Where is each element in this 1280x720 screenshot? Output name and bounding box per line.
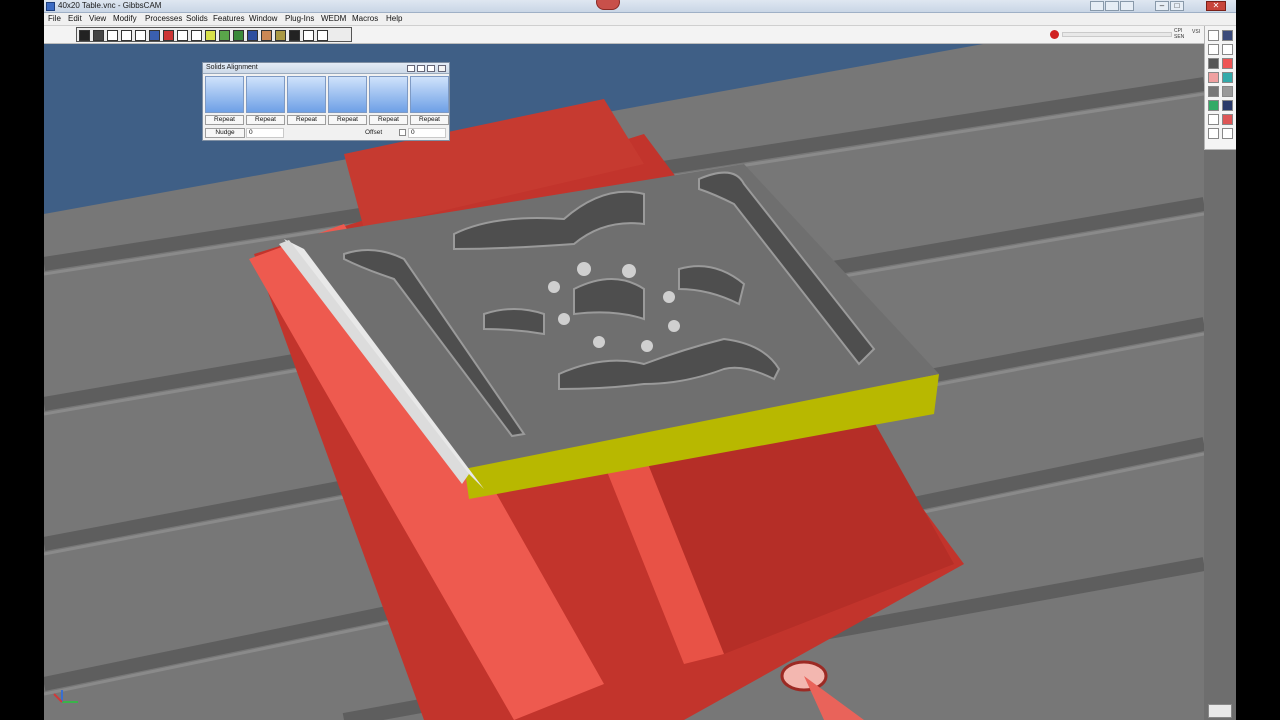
pocket-arc-center	[573, 278, 645, 321]
scene-render	[44, 44, 1204, 720]
menu-modify[interactable]: Modify	[113, 14, 137, 23]
offset-label: Offset	[365, 129, 383, 136]
menu-plugins[interactable]: Plug-Ins	[285, 14, 314, 23]
align-corner-icon[interactable]	[287, 76, 326, 113]
solids-icon[interactable]	[1222, 100, 1233, 111]
stock-icon[interactable]	[261, 30, 272, 41]
menu-solids[interactable]: Solids	[186, 14, 208, 23]
menu-edit[interactable]: Edit	[68, 14, 82, 23]
title-bar: 40x20 Table.vnc - GibbsCAM – □ ✕	[44, 0, 1236, 13]
repeat-button-6[interactable]: Repeat	[410, 115, 449, 125]
grid-icon[interactable]	[177, 30, 188, 41]
box-view-icon[interactable]	[121, 30, 132, 41]
nudge-field[interactable]: 0	[246, 128, 284, 138]
new-doc-icon[interactable]	[1208, 30, 1219, 41]
palette-close-icon[interactable]	[438, 65, 446, 72]
repeat-button-4[interactable]: Repeat	[328, 115, 367, 125]
hand-icon[interactable]	[1208, 86, 1219, 97]
menu-help[interactable]: Help	[386, 14, 402, 23]
repeat-button-1[interactable]: Repeat	[205, 115, 244, 125]
select-icon[interactable]	[205, 30, 216, 41]
tool-icon[interactable]	[247, 30, 258, 41]
machine-icon[interactable]	[289, 30, 300, 41]
tool-list-icon[interactable]	[1208, 58, 1219, 69]
menu-features[interactable]: Features	[213, 14, 245, 23]
window-aux-button[interactable]	[1090, 1, 1104, 11]
offset-field[interactable]: 0	[408, 128, 446, 138]
repeat-button-5[interactable]: Repeat	[369, 115, 408, 125]
align-face-icon[interactable]	[205, 76, 244, 113]
sketch-icon[interactable]	[1222, 58, 1233, 69]
dimension-icon[interactable]	[1222, 114, 1233, 125]
menu-bar: File Edit View Modify Processes Solids F…	[44, 13, 1236, 26]
repeat-button-3[interactable]: Repeat	[287, 115, 326, 125]
align-box-icon[interactable]	[369, 76, 408, 113]
open-icon[interactable]	[1222, 30, 1233, 41]
menu-wedm[interactable]: WEDM	[321, 14, 346, 23]
view-tool-strip	[76, 27, 352, 42]
wireframe-view-icon[interactable]	[79, 30, 90, 41]
fixture-icon[interactable]	[275, 30, 286, 41]
record-icon[interactable]	[596, 0, 620, 10]
misc-icon-2[interactable]	[1222, 128, 1233, 139]
palette-minimize-icon[interactable]	[427, 65, 435, 72]
help-cursor-icon[interactable]	[317, 30, 328, 41]
window-title: 40x20 Table.vnc - GibbsCAM	[58, 1, 162, 10]
menu-macros[interactable]: Macros	[352, 14, 378, 23]
menu-processes[interactable]: Processes	[145, 14, 182, 23]
readout-vsi: VSI	[1192, 29, 1201, 35]
progress-track	[1062, 32, 1172, 37]
pan-icon[interactable]	[191, 30, 202, 41]
plane-icon[interactable]	[1222, 72, 1233, 83]
menu-file[interactable]: File	[48, 14, 61, 23]
minimize-button[interactable]: –	[1155, 1, 1169, 11]
3d-viewport[interactable]	[44, 44, 1204, 720]
feature-icon[interactable]	[219, 30, 230, 41]
repeat-button-2[interactable]: Repeat	[246, 115, 285, 125]
palette-options-icon[interactable]	[407, 65, 415, 72]
solid-view-icon[interactable]	[149, 30, 160, 41]
solids-alignment-titlebar[interactable]: Solids Alignment	[203, 63, 449, 74]
layers-icon[interactable]	[233, 30, 244, 41]
align-edge-icon[interactable]	[246, 76, 285, 113]
nudge-button[interactable]: Nudge	[205, 128, 245, 138]
plane-view-icon[interactable]	[135, 30, 146, 41]
stop-icon[interactable]	[1050, 30, 1059, 39]
copy-icon[interactable]	[1222, 86, 1233, 97]
maximize-button[interactable]: □	[1170, 1, 1184, 11]
gibbscam-window: 40x20 Table.vnc - GibbsCAM – □ ✕ File Ed…	[44, 0, 1236, 720]
close-button[interactable]: ✕	[1206, 1, 1226, 11]
render-icon[interactable]	[163, 30, 174, 41]
solids-alignment-title: Solids Alignment	[206, 64, 258, 71]
right-tool-palette	[1204, 26, 1236, 150]
window-aux-button-2[interactable]	[1105, 1, 1119, 11]
grid-palette-icon[interactable]	[1208, 114, 1219, 125]
solids-alignment-palette: Solids Alignment Repeat Repeat Repeat Re…	[202, 62, 450, 141]
align-axis-icon[interactable]	[328, 76, 367, 113]
line-icon[interactable]	[1222, 44, 1233, 55]
toolbar: CPI SEN VSI	[44, 26, 1236, 44]
misc-icon[interactable]	[1208, 128, 1219, 139]
axis-triad-icon	[50, 688, 80, 706]
iso-view-icon[interactable]	[107, 30, 118, 41]
align-plane-icon[interactable]	[410, 76, 449, 113]
menu-view[interactable]: View	[89, 14, 106, 23]
process-icon[interactable]	[1208, 100, 1219, 111]
shaded-view-icon[interactable]	[93, 30, 104, 41]
status-button[interactable]	[1208, 704, 1232, 718]
palette-restore-icon[interactable]	[417, 65, 425, 72]
offset-checkbox[interactable]	[399, 129, 406, 136]
readout-sen: SEN	[1174, 34, 1185, 40]
shape-icon[interactable]	[1208, 72, 1219, 83]
square-icon[interactable]	[1208, 44, 1219, 55]
app-icon	[46, 2, 55, 11]
window-aux-button-3[interactable]	[1120, 1, 1134, 11]
menu-window[interactable]: Window	[249, 14, 277, 23]
print-icon[interactable]	[303, 30, 314, 41]
